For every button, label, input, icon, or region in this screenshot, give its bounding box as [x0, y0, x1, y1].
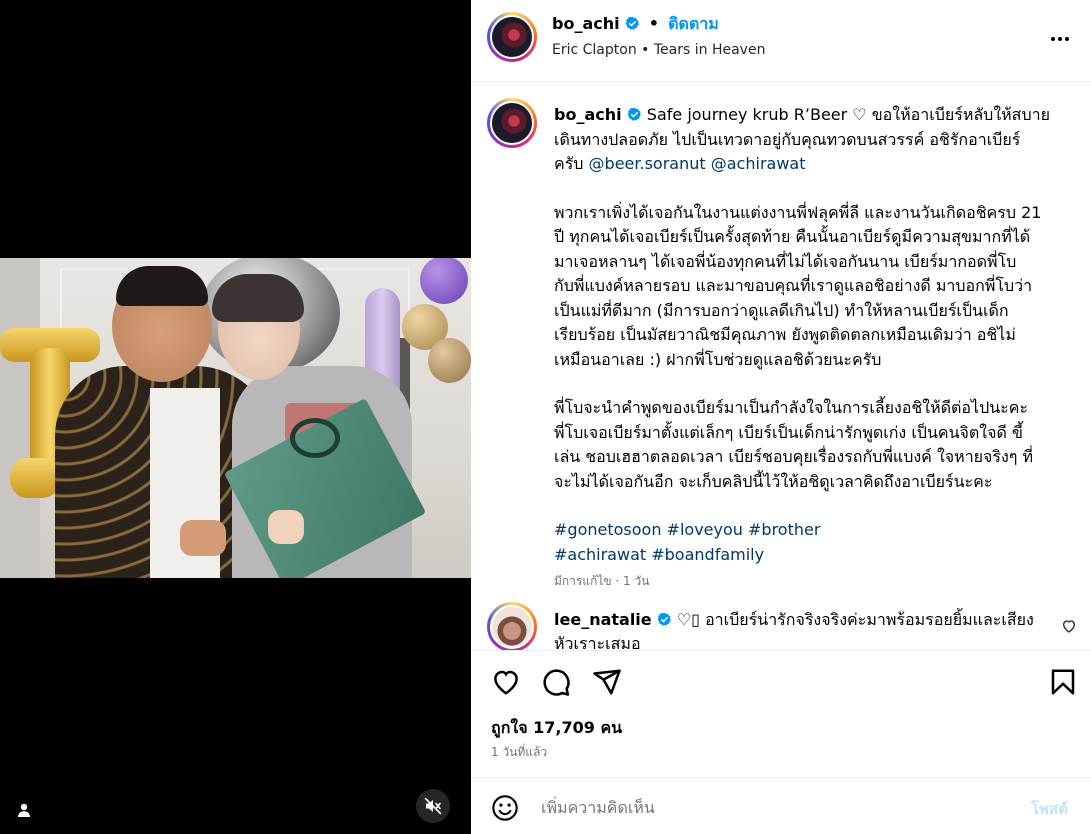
- caption-avatar[interactable]: [487, 98, 537, 148]
- author-avatar[interactable]: [487, 12, 537, 62]
- hashtag-link[interactable]: #boandfamily: [651, 545, 764, 564]
- author-username[interactable]: bo_achi: [552, 14, 620, 33]
- audio-artist[interactable]: Eric Clapton: [552, 42, 637, 58]
- post-photo: [0, 258, 471, 578]
- mention-link[interactable]: @achirawat: [711, 154, 806, 173]
- heart-icon[interactable]: [491, 667, 521, 697]
- more-horizontal-icon[interactable]: [1049, 28, 1071, 50]
- audio-dot: •: [641, 42, 650, 58]
- caption-line: เดินทางปลอดภัย ไปเป็นเทวดาอยู่กับคุณทวดบ…: [554, 129, 1021, 149]
- header-separator: •: [648, 14, 660, 33]
- media-panel[interactable]: [0, 0, 471, 834]
- comment-text: หัวเราะเสมอ: [554, 634, 641, 650]
- avatar-image: [490, 15, 534, 59]
- hashtag-link[interactable]: #loveyou: [667, 520, 743, 539]
- caption-line: เรียบร้อย เป็นมัสยวาณิชมีคุณภาพ ยังพูดติ…: [554, 325, 1016, 344]
- audio-track[interactable]: Tears in Heaven: [654, 42, 766, 58]
- commenter-username[interactable]: lee_natalie: [554, 610, 652, 629]
- comment-input[interactable]: [541, 792, 1001, 822]
- hand: [268, 510, 304, 544]
- man-hair: [116, 266, 208, 306]
- avatar-image: [490, 101, 534, 145]
- avatar-image: [490, 605, 534, 649]
- audio-attribution[interactable]: Eric Clapton • Tears in Heaven: [552, 41, 765, 59]
- gift-bow: [290, 418, 340, 458]
- emoji-icon[interactable]: [491, 794, 519, 822]
- purple-balloon: [420, 258, 468, 304]
- caption-line: พี่โบจะนำคำพูดของเบียร์มาเป็นกำลังใจในกา…: [554, 398, 1029, 417]
- caption-line: มาเจอหลานๆ ได้เจอพี่น้องทุกคนที่ไม่ได้เจ…: [554, 251, 1017, 271]
- comment-form: โพสต์: [471, 777, 1091, 834]
- verified-badge-icon: [657, 612, 671, 626]
- caption-line: เป็นแม่ที่ดีมาก (มีการบอกว่าดูแลดีเกินไป…: [554, 300, 1009, 320]
- post-comment-button[interactable]: โพสต์: [1031, 800, 1068, 818]
- follow-button[interactable]: ติดตาม: [668, 14, 719, 33]
- verified-badge-icon: [625, 16, 639, 30]
- post-header: bo_achi • ติดตาม Eric Clapton • Tears in…: [471, 0, 1091, 82]
- comment-text: ♡▯ อาเบียร์น่ารักจริงจริงค่ะมาพร้อมรอยยิ…: [676, 610, 1034, 629]
- post-side-panel: bo_achi • ติดตาม Eric Clapton • Tears in…: [471, 0, 1091, 834]
- verified-badge-icon: [627, 107, 641, 121]
- caption-line: จะไม่ได้เจอกันอีก จะเก็บคลิปนี้ไว้ให้อชิ…: [554, 471, 993, 491]
- bookmark-icon[interactable]: [1048, 667, 1078, 697]
- post-actions: ถูกใจ 17,709 คน 1 วันที่แล้ว: [471, 650, 1091, 777]
- caption-meta: มีการแก้ไข · 1 วัน: [554, 574, 650, 588]
- share-icon[interactable]: [592, 667, 622, 697]
- young-man-hair: [212, 274, 304, 322]
- caption-line: เล่น ชอบเฮฮาตลอดเวลา เบียร์ชอบคุยเรื่องร…: [554, 447, 1034, 466]
- caption-line: พี่โบเจอเบียร์มาตั้งแต่เล็กๆ เบียร์เป็นเ…: [554, 422, 1023, 442]
- caption-line: พวกเราเพิ่งได้เจอกันในงานแต่งงานพี่ฟลุคพ…: [554, 202, 1042, 222]
- comments-scroll-area[interactable]: bo_achi Safe journey krub R’Beer ♡ ขอให้…: [471, 82, 1091, 650]
- hashtag-link[interactable]: #gonetosoon: [554, 520, 661, 539]
- caption-line: เหมือนอาเลย :) ฝากพี่โบช่วยดูแลอชิด้วยนะ…: [554, 349, 882, 369]
- commenter-avatar[interactable]: [487, 602, 537, 650]
- user-tag-icon: [18, 803, 30, 817]
- user-tag-button[interactable]: [7, 793, 41, 827]
- comment-icon[interactable]: [541, 667, 571, 697]
- likes-count[interactable]: ถูกใจ 17,709 คน: [491, 718, 622, 738]
- hashtags: #gonetosoon #loveyou #brother #achirawat…: [554, 518, 1054, 567]
- caption-line: Safe journey krub R’Beer ♡ ขอให้อาเบียร์…: [646, 105, 1050, 124]
- hashtag-link[interactable]: #achirawat: [554, 545, 646, 564]
- caption-username[interactable]: bo_achi: [554, 105, 622, 124]
- heart-outline-icon[interactable]: [1061, 618, 1077, 634]
- muted-speaker-icon: [424, 797, 442, 815]
- caption-line: ครับ: [554, 154, 584, 173]
- gold-balloon: [428, 338, 471, 383]
- caption: bo_achi Safe journey krub R’Beer ♡ ขอให้…: [554, 103, 1054, 589]
- hashtag-link[interactable]: #brother: [748, 520, 820, 539]
- hand: [180, 520, 226, 556]
- caption-paragraph: พี่โบจะนำคำพูดของเบียร์มาเป็นกำลังใจในกา…: [554, 396, 1054, 494]
- post-timestamp[interactable]: 1 วันที่แล้ว: [491, 744, 547, 760]
- caption-line: กับพี่แบงค์หลายรอบ และมาขอบคุณที่เราดูแล…: [554, 276, 1033, 295]
- comment-item: lee_natalie ♡▯ อาเบียร์น่ารักจริงจริงค่ะ…: [554, 608, 1034, 650]
- caption-paragraph: พวกเราเพิ่งได้เจอกันในงานแต่งงานพี่ฟลุคพ…: [554, 201, 1054, 373]
- mute-button[interactable]: [416, 789, 450, 823]
- caption-line: ปี ทุกคนได้เจอเบียร์เป็นครั้งสุดท้าย คืน…: [554, 227, 1031, 246]
- mention-link[interactable]: @beer.soranut: [589, 154, 706, 173]
